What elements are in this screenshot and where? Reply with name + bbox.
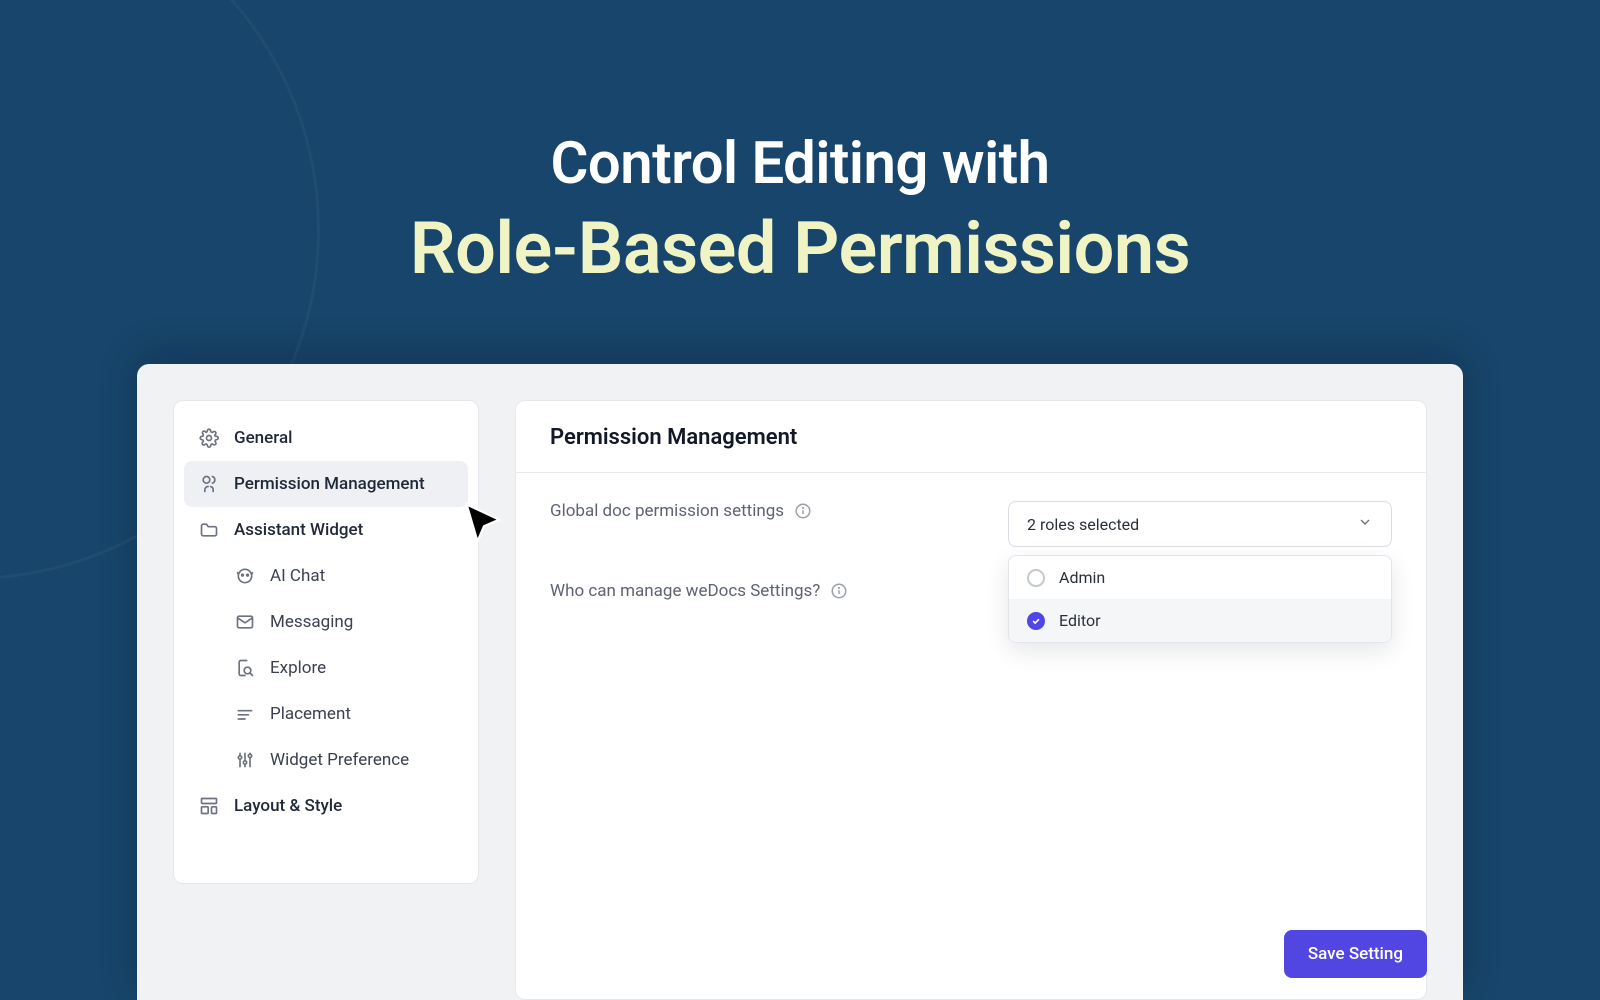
cursor-pointer-icon	[458, 498, 510, 550]
sidebar-item-widget-preference[interactable]: Widget Preference	[220, 737, 468, 783]
users-icon	[198, 473, 220, 495]
settings-sidebar: General Permission Management Assistant …	[173, 400, 479, 884]
role-option-admin[interactable]: Admin	[1009, 556, 1391, 599]
sidebar-item-label: Layout & Style	[234, 796, 342, 816]
sidebar-item-label: Explore	[270, 658, 326, 678]
panel-body: Global doc permission settings 2 roles s…	[516, 473, 1426, 663]
settings-window: General Permission Management Assistant …	[137, 364, 1463, 1000]
role-option-label: Editor	[1059, 611, 1100, 630]
sidebar-item-permission-management[interactable]: Permission Management	[184, 461, 468, 507]
save-setting-button[interactable]: Save Setting	[1284, 930, 1427, 978]
gear-icon	[198, 427, 220, 449]
sidebar-item-layout-style[interactable]: Layout & Style	[184, 783, 468, 829]
sidebar-item-label: Placement	[270, 704, 351, 724]
info-icon[interactable]	[830, 582, 848, 600]
sidebar-subgroup: AI Chat Messaging Explore Placement	[184, 553, 468, 783]
search-doc-icon	[234, 657, 256, 679]
sidebar-item-label: AI Chat	[270, 566, 325, 586]
sliders-icon	[234, 749, 256, 771]
panel-title: Permission Management	[550, 425, 1392, 450]
info-icon[interactable]	[794, 502, 812, 520]
main-panel: Permission Management Global doc permiss…	[515, 400, 1427, 1000]
mail-icon	[234, 611, 256, 633]
sidebar-item-explore[interactable]: Explore	[220, 645, 468, 691]
role-option-editor[interactable]: Editor	[1009, 599, 1391, 642]
sidebar-item-label: Assistant Widget	[234, 520, 363, 540]
sidebar-item-assistant-widget[interactable]: Assistant Widget	[184, 507, 468, 553]
bot-icon	[234, 565, 256, 587]
sidebar-item-label: Messaging	[270, 612, 353, 632]
chevron-down-icon	[1357, 514, 1373, 534]
setting-label: Who can manage weDocs Settings?	[550, 581, 820, 601]
role-option-label: Admin	[1059, 568, 1105, 587]
sidebar-item-placement[interactable]: Placement	[220, 691, 468, 737]
lines-icon	[234, 703, 256, 725]
sidebar-item-label: General	[234, 428, 292, 448]
setting-row-global-doc: Global doc permission settings 2 roles s…	[550, 501, 1392, 547]
select-display: 2 roles selected	[1027, 515, 1139, 534]
sidebar-item-general[interactable]: General	[184, 415, 468, 461]
sidebar-item-ai-chat[interactable]: AI Chat	[220, 553, 468, 599]
panel-header: Permission Management	[516, 401, 1426, 473]
setting-label: Global doc permission settings	[550, 501, 784, 521]
sidebar-item-messaging[interactable]: Messaging	[220, 599, 468, 645]
role-dropdown: Admin Editor	[1008, 555, 1392, 643]
layout-icon	[198, 795, 220, 817]
sidebar-item-label: Widget Preference	[270, 750, 409, 770]
role-select[interactable]: 2 roles selected	[1008, 501, 1392, 547]
radio-unchecked-icon	[1027, 569, 1045, 587]
role-select-control: 2 roles selected Admin	[1008, 501, 1392, 547]
sidebar-item-label: Permission Management	[234, 474, 425, 494]
radio-checked-icon	[1027, 612, 1045, 630]
folder-icon	[198, 519, 220, 541]
